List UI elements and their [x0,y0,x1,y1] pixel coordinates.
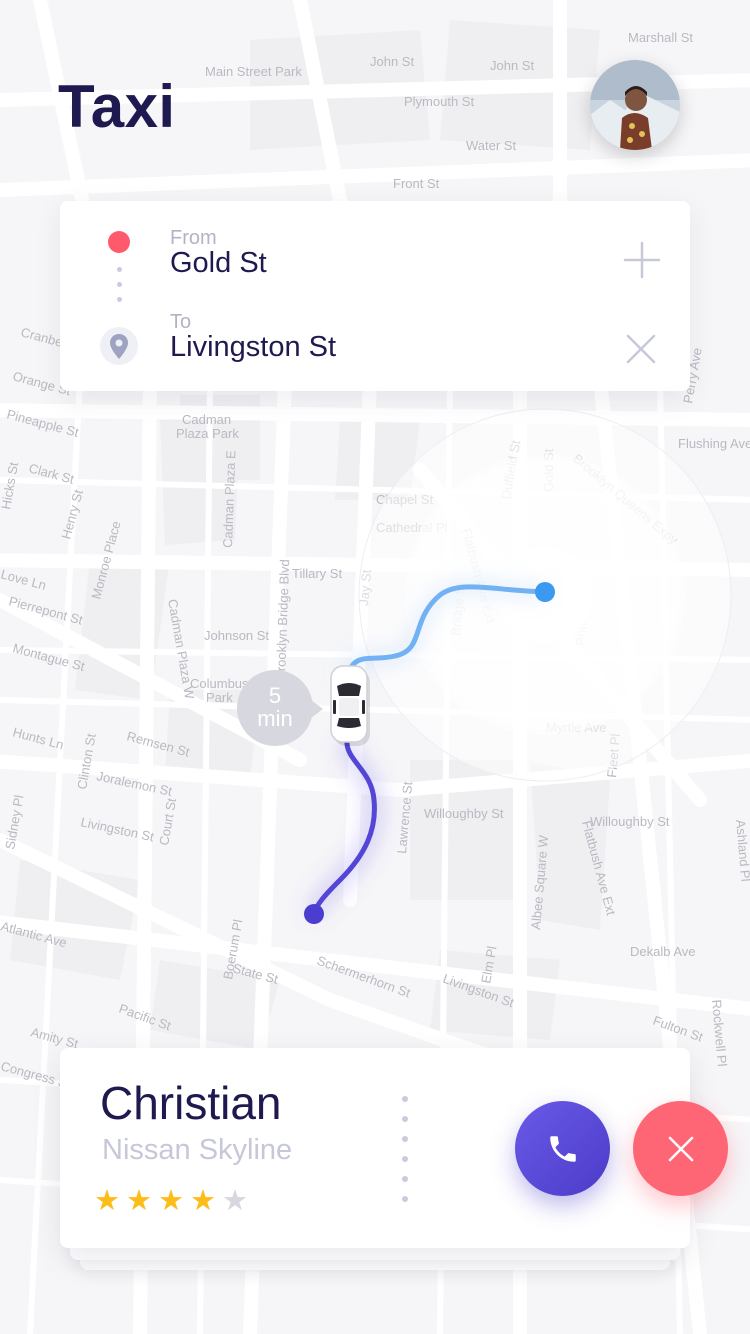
origin-dot-icon [108,231,130,253]
map-pin-icon [100,325,138,371]
star-filled-icon: ★ [158,1185,184,1217]
call-driver-button[interactable] [515,1101,610,1196]
star-filled-icon: ★ [190,1185,216,1217]
street-label: Water St [466,138,516,153]
star-empty-icon: ★ [222,1185,248,1217]
cancel-ride-button[interactable] [633,1101,728,1196]
to-field[interactable]: Livingston St [170,331,336,364]
street-label: Dekalb Ave [630,944,696,959]
route-connector-dots [117,267,123,312]
street-label: John St [490,58,534,73]
street-label: Front St [393,176,440,191]
street-label: Marshall St [628,30,693,45]
street-label: Plaza Park [176,426,239,441]
plus-icon [623,241,661,279]
street-label: Main Street Park [205,64,302,79]
street-label: John St [370,54,414,69]
street-label: Willoughby St [424,806,504,821]
car-model: Nissan Skyline [102,1134,293,1166]
street-label: Johnson St [204,628,269,643]
eta-value: 5 [268,683,282,708]
driver-name: Christian [100,1077,282,1129]
street-label: Willoughby St [590,814,670,829]
eta-unit: min [257,706,293,731]
street-label: Tillary St [292,566,342,581]
avatar-photo [590,60,680,150]
street-label: Park [206,690,233,705]
from-field[interactable]: Gold St [170,247,267,280]
destination-point [535,582,555,602]
street-label: Flushing Ave [678,436,750,451]
star-filled-icon: ★ [94,1185,120,1217]
phone-icon [549,1135,576,1162]
street-label: Plymouth St [404,94,474,109]
add-stop-button[interactable] [623,241,661,279]
street-label: Cadman [182,412,231,427]
eta-badge: 5 min [237,670,323,746]
user-avatar[interactable] [590,60,680,150]
close-icon [626,334,656,364]
origin-point [304,904,324,924]
app-title: Taxi [58,73,176,140]
divider-dots [402,1096,408,1216]
star-filled-icon: ★ [126,1185,152,1217]
route-card: From Gold St To Livingston St [60,201,690,391]
close-icon [668,1136,693,1161]
taxi-car-icon [330,665,370,746]
clear-destination-button[interactable] [625,333,657,365]
driver-rating: ★ ★ ★ ★ ★ [94,1186,248,1216]
